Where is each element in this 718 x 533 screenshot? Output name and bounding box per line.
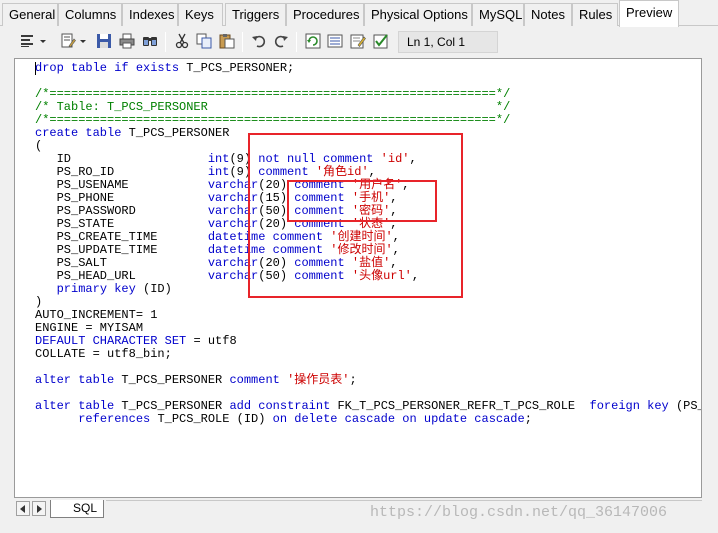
copy-icon[interactable] [196,33,212,49]
tab-triggers[interactable]: Triggers [225,3,286,26]
code-token: AUTO_INCREMENT= 1 [35,308,158,322]
code-token: (PS_ [675,399,701,413]
code-token: ( [35,139,43,153]
code-token: foreign key [589,399,676,413]
tab-rules[interactable]: Rules [572,3,618,26]
chevron-left-icon [20,505,25,513]
paste-icon[interactable] [219,33,235,49]
code-token: PS_STATE [35,217,208,231]
editor-menu-icon[interactable] [20,33,36,49]
code-token: T_PCS_PERSONER [121,399,230,413]
code-token: FK_T_PCS_PERSONER_REFR_T_PCS_ROLE [337,399,590,413]
sheet-tab-sql[interactable]: SQL [50,500,104,518]
code-token: ; [349,373,357,387]
tab-procedures[interactable]: Procedures [286,3,364,26]
code-token: T_PCS_PERSONER; [186,61,295,75]
code-token: PS_RO_ID [35,165,208,179]
cut-icon[interactable] [174,33,190,49]
code-token: COLLATE = utf8_bin; [35,347,172,361]
code-token: /*======================================… [35,113,511,127]
code-token: on delete cascade on update cascade [272,412,525,426]
code-token: T_PCS_ROLE (ID) [157,412,273,426]
chevron-down-icon[interactable] [40,40,46,43]
redo-icon[interactable] [273,33,289,49]
undo-icon[interactable] [251,33,267,49]
code-token: add constraint [229,399,338,413]
code-line: references T_PCS_ROLE (ID) on delete cas… [35,413,532,426]
scroll-right-button[interactable] [32,501,46,516]
code-token: drop table if exists [35,61,187,75]
tab-preview[interactable]: Preview [619,0,679,27]
code-token: alter table [35,373,122,387]
code-token: primary key [56,282,144,296]
code-line: primary key (ID) [35,283,172,296]
chevron-right-icon [37,505,42,513]
code-token: /* Table: T_PCS_PERSONER */ [35,100,511,114]
code-line: create table T_PCS_PERSONER [35,127,229,140]
code-token: PS_CREATE_TIME [35,230,208,244]
code-token: int [207,152,230,166]
code-token: PS_HEAD_URL [35,269,208,283]
cursor-position: Ln 1, Col 1 [398,31,498,53]
find-icon[interactable] [142,33,158,49]
code-token: = utf8 [193,334,237,348]
code-line: alter table T_PCS_PERSONER comment '操作员表… [35,374,357,387]
tab-notes[interactable]: Notes [524,3,572,26]
toolbar-separator [296,32,297,52]
code-token: PS_USENAME [35,178,208,192]
watermark: https://blog.csdn.net/qq_36147006 [370,504,668,521]
scroll-left-button[interactable] [16,501,30,516]
tab-mysql[interactable]: MySQL [472,3,524,26]
code-line: drop table if exists T_PCS_PERSONER; [35,62,294,75]
refresh-icon[interactable] [305,33,321,49]
show-params-icon[interactable] [327,33,343,49]
toolbar-separator [165,32,166,52]
code-token: create table [35,126,129,140]
code-token: T_PCS_PERSONER [128,126,230,140]
code-token: comment [229,373,288,387]
code-token: ; [524,412,532,426]
editor-toolbar: Ln 1, Col 1 [0,27,718,57]
tab-bar: General Columns Indexes Keys Triggers Pr… [0,0,718,27]
chevron-down-icon[interactable] [80,40,86,43]
code-line: COLLATE = utf8_bin; [35,348,172,361]
code-token: ) [35,295,43,309]
code-token: '操作员表' [287,373,350,387]
toolbar-separator [242,32,243,52]
code-token: int [207,165,230,179]
check-icon[interactable] [373,33,389,49]
tab-indexes[interactable]: Indexes [122,3,178,26]
tab-keys[interactable]: Keys [178,3,223,26]
code-token: PS_UPDATE_TIME [35,243,208,257]
edit-with-icon[interactable] [60,33,76,49]
code-token: (ID) [143,282,172,296]
code-token: references [78,412,158,426]
annotation-box-phone-password [287,180,437,222]
save-icon[interactable] [96,33,112,49]
code-token: /*======================================… [35,87,511,101]
code-token: ENGINE = MYISAM [35,321,144,335]
tab-columns[interactable]: Columns [58,3,122,26]
code-token: PS_PASSWORD [35,204,208,218]
tab-physical-options[interactable]: Physical Options [364,3,472,26]
code-token: ID [35,152,208,166]
edit-icon[interactable] [350,33,366,49]
code-token: T_PCS_PERSONER [121,373,230,387]
code-token: PS_PHONE [35,191,208,205]
code-token: DEFAULT CHARACTER SET [35,334,194,348]
print-icon[interactable] [119,33,135,49]
code-token: alter table [35,399,122,413]
code-token: PS_SALT [35,256,208,270]
tab-general[interactable]: General [2,3,58,26]
